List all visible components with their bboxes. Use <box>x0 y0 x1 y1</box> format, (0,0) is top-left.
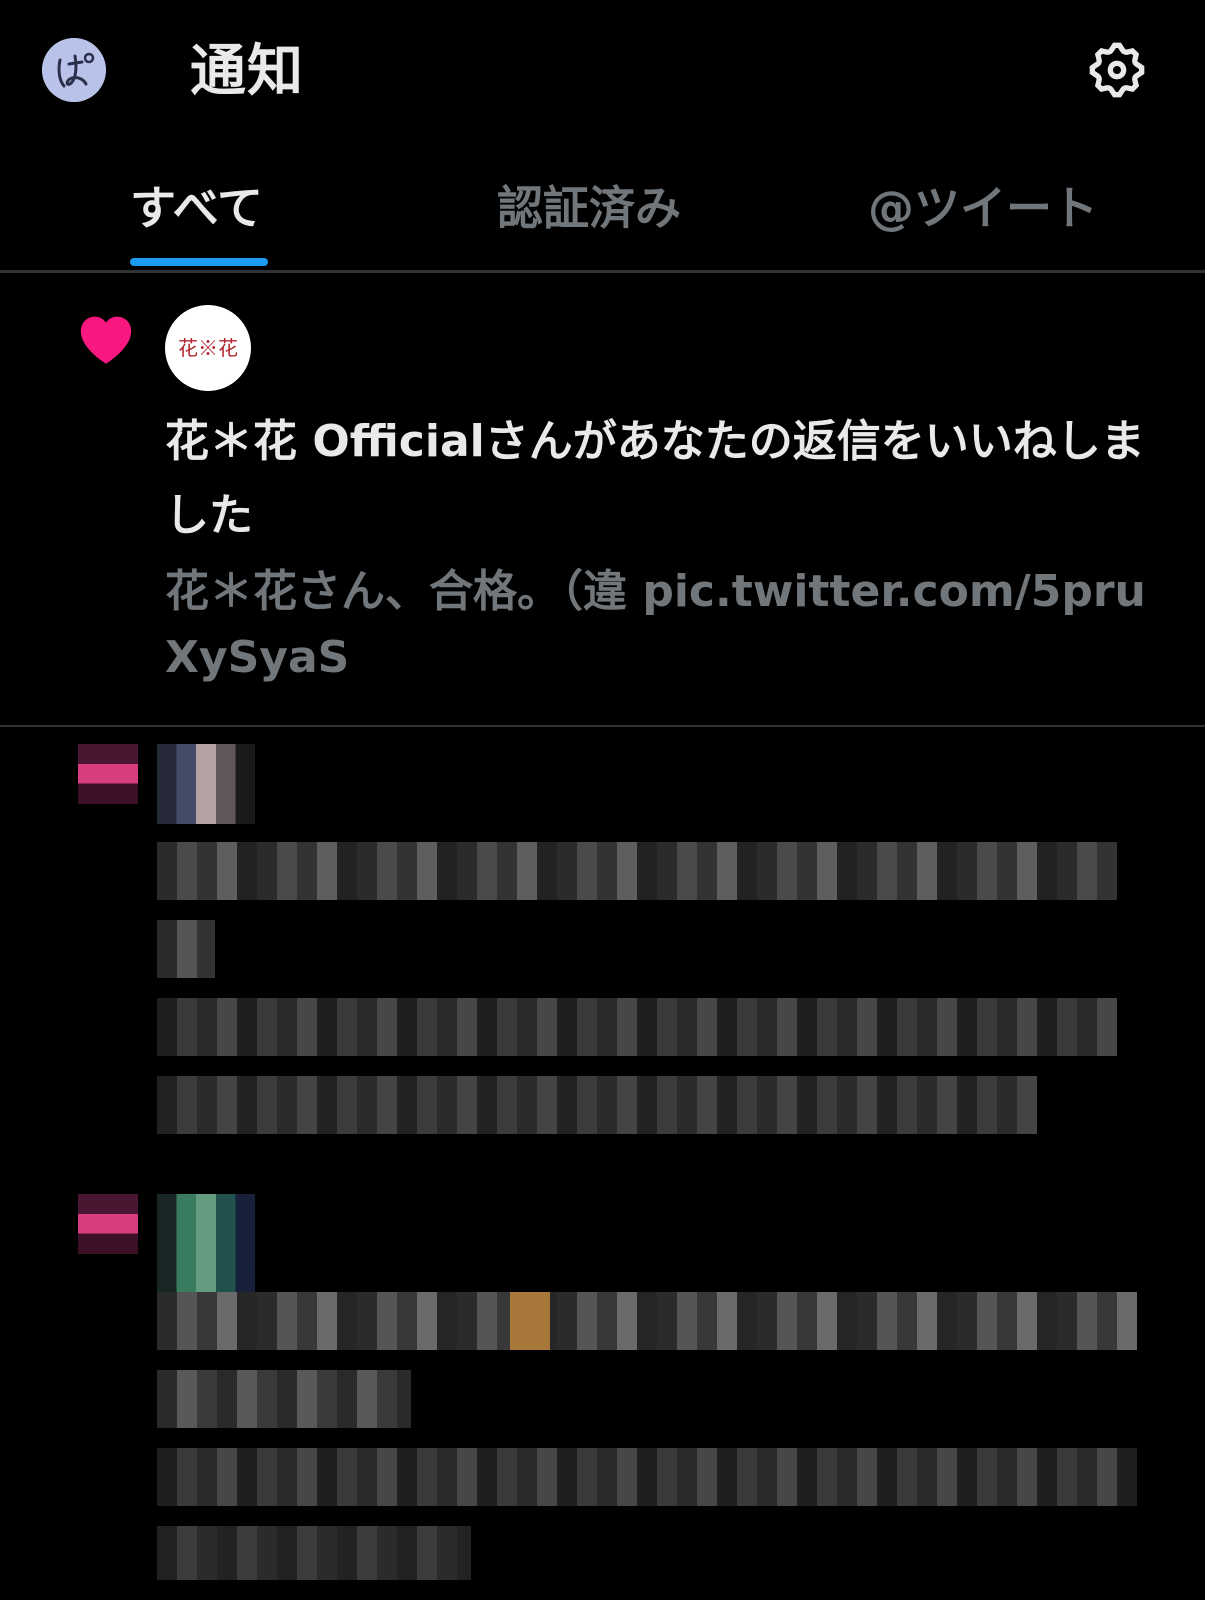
tab-mentions[interactable]: @ツイート <box>868 150 1098 270</box>
user-avatar-icon[interactable] <box>42 38 106 102</box>
obscured-notification <box>0 730 1205 1160</box>
pixelated-text-line <box>157 1076 1037 1134</box>
pixelated-text-line <box>157 842 1117 900</box>
active-tab-indicator <box>130 258 268 266</box>
tab-verified[interactable]: 認証済み <box>497 150 681 270</box>
notification-item[interactable]: 花※花 花＊花 Officialさんがあなたの返信をいいねしました 花＊花さん、… <box>0 273 1205 727</box>
pixelated-avatar <box>157 744 255 824</box>
notification-text[interactable]: 花＊花 Officialさんがあなたの返信をいいねしました <box>165 405 1175 553</box>
account-avatar[interactable]: 花※花 <box>165 305 251 391</box>
pixelated-text-line <box>157 1526 471 1580</box>
pixelated-text-line <box>157 1448 1137 1506</box>
page-title: 通知 <box>190 39 304 104</box>
pixelated-text-line <box>157 1292 1137 1350</box>
pixelated-icon <box>78 744 138 804</box>
pixelated-text-line <box>157 998 1117 1056</box>
top-bar: 通知 <box>0 0 1205 150</box>
heart-icon <box>78 313 134 365</box>
gear-icon[interactable] <box>1085 38 1149 102</box>
tweet-preview: 花＊花さん、合格。（違 pic.twitter.com/5pruXySyaS <box>165 566 1146 683</box>
pixelated-icon <box>78 1194 138 1254</box>
pixelated-text-line <box>157 920 215 978</box>
pixelated-text-line <box>510 1292 550 1350</box>
tab-all[interactable]: すべて <box>130 150 263 270</box>
tab-bar: すべて 認証済み @ツイート <box>0 150 1205 273</box>
pixelated-text-line <box>157 1370 411 1428</box>
pixelated-avatar <box>157 1194 255 1292</box>
obscured-notification <box>0 1180 1205 1600</box>
